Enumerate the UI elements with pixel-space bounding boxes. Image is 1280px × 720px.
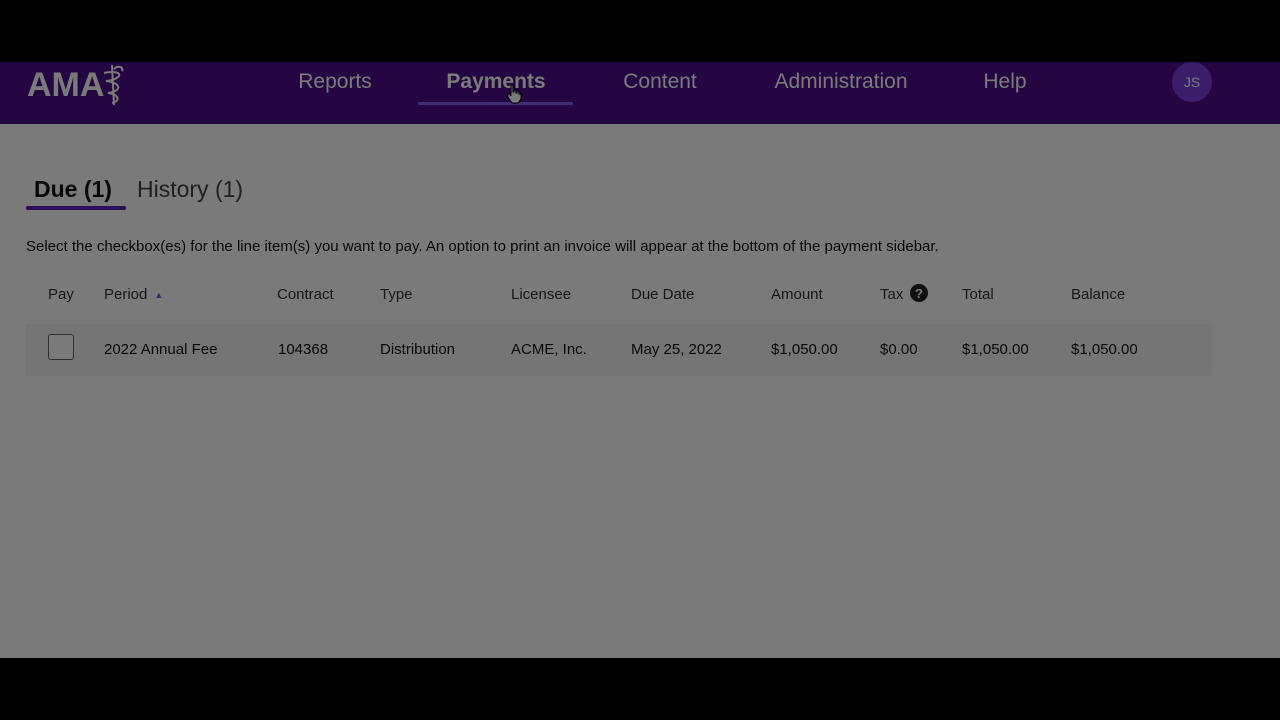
column-header-period[interactable]: Period ▲	[104, 286, 163, 303]
cell-period: 2022 Annual Fee	[104, 341, 218, 358]
caduceus-icon	[104, 64, 124, 106]
letterbox-top	[0, 0, 1280, 62]
nav-content[interactable]: Content	[616, 70, 704, 108]
logo-text: AMA	[27, 66, 105, 104]
table-row: 2022 Annual Fee 104368 Distribution ACME…	[26, 324, 1212, 376]
cell-licensee: ACME, Inc.	[511, 341, 587, 358]
app-window: AMA Reports Payments Content Administrat…	[0, 62, 1280, 658]
column-header-contract[interactable]: Contract	[277, 286, 334, 303]
column-header-licensee[interactable]: Licensee	[511, 286, 571, 303]
nav-reports[interactable]: Reports	[294, 70, 376, 108]
payment-tabs: Due (1) History (1)	[26, 166, 266, 210]
top-navigation-bar: AMA Reports Payments Content Administrat…	[0, 62, 1280, 124]
nav-administration[interactable]: Administration	[766, 70, 916, 108]
cell-total: $1,050.00	[962, 341, 1029, 358]
tab-active-indicator	[26, 206, 126, 210]
user-avatar[interactable]: JS	[1172, 62, 1212, 102]
column-header-tax[interactable]: Tax	[880, 286, 903, 303]
column-header-balance[interactable]: Balance	[1071, 286, 1125, 303]
pay-checkbox[interactable]	[48, 334, 74, 360]
tax-help-icon[interactable]: ?	[910, 284, 928, 302]
ama-logo[interactable]: AMA	[27, 64, 128, 106]
cell-tax: $0.00	[880, 341, 918, 358]
cell-amount: $1,050.00	[771, 341, 838, 358]
cell-due-date: May 25, 2022	[631, 341, 722, 358]
column-header-total[interactable]: Total	[962, 286, 994, 303]
cell-balance: $1,050.00	[1071, 341, 1138, 358]
hand-pointer-cursor-icon	[507, 84, 522, 104]
cell-type: Distribution	[380, 341, 456, 358]
cell-contract: 104368	[278, 341, 329, 358]
column-header-due-date[interactable]: Due Date	[631, 286, 694, 303]
sort-ascending-icon: ▲	[154, 290, 164, 301]
column-header-pay: Pay	[48, 286, 74, 303]
tab-history[interactable]: History (1)	[137, 174, 243, 204]
tab-due[interactable]: Due (1)	[34, 174, 112, 204]
column-header-amount[interactable]: Amount	[771, 286, 823, 303]
column-header-type[interactable]: Type	[380, 286, 413, 303]
nav-help[interactable]: Help	[979, 70, 1031, 108]
letterbox-bottom	[0, 658, 1280, 720]
nav-active-indicator	[418, 102, 573, 105]
instructions-text: Select the checkbox(es) for the line ite…	[26, 238, 939, 255]
column-header-period-label: Period	[104, 286, 148, 303]
avatar-initials: JS	[1183, 74, 1201, 90]
